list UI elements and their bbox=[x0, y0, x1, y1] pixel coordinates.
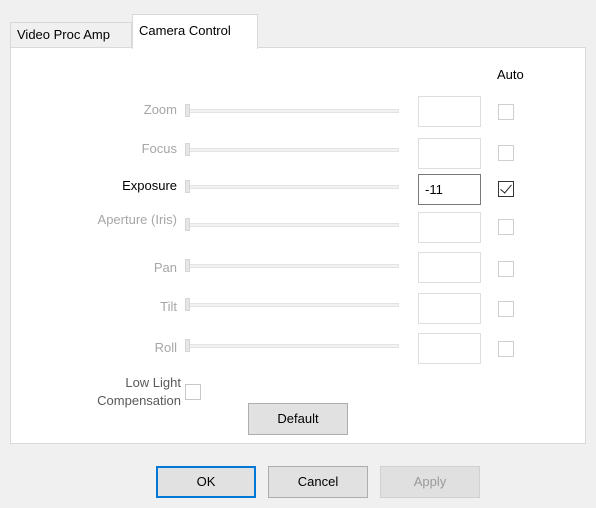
zoom-slider-track bbox=[189, 109, 399, 113]
roll-value-field[interactable] bbox=[418, 333, 481, 364]
camera-control-panel: Auto Zoom Focus Exposure -11 Aperture (I… bbox=[10, 47, 586, 444]
tilt-value-field[interactable] bbox=[418, 293, 481, 324]
pan-auto-checkbox[interactable] bbox=[498, 261, 514, 277]
aperture-slider-thumb[interactable] bbox=[185, 218, 190, 231]
focus-label: Focus bbox=[141, 141, 177, 156]
aperture-value-field[interactable] bbox=[418, 212, 481, 243]
control-row-focus: Focus bbox=[11, 138, 585, 172]
pan-value-field[interactable] bbox=[418, 252, 481, 283]
aperture-slider-track bbox=[189, 223, 399, 227]
focus-value-field[interactable] bbox=[418, 138, 481, 169]
focus-slider-track bbox=[189, 148, 399, 152]
exposure-auto-checkbox[interactable] bbox=[498, 181, 514, 197]
tilt-slider[interactable] bbox=[183, 298, 399, 312]
pan-slider-track bbox=[189, 264, 399, 268]
low-light-compensation-label: Low Light Compensation bbox=[97, 375, 181, 408]
control-row-tilt: Tilt bbox=[11, 293, 585, 327]
focus-slider-thumb[interactable] bbox=[185, 143, 190, 156]
default-button[interactable]: Default bbox=[248, 403, 348, 435]
pan-label: Pan bbox=[153, 260, 177, 275]
exposure-slider-track bbox=[189, 185, 399, 189]
control-row-zoom: Zoom bbox=[11, 96, 585, 130]
roll-slider[interactable] bbox=[183, 339, 399, 353]
ok-button[interactable]: OK bbox=[156, 466, 256, 498]
focus-auto-checkbox[interactable] bbox=[498, 145, 514, 161]
roll-auto-checkbox[interactable] bbox=[498, 341, 514, 357]
tilt-label: Tilt bbox=[160, 299, 177, 314]
tab-video-proc-amp[interactable]: Video Proc Amp bbox=[10, 22, 132, 48]
roll-slider-track bbox=[189, 344, 399, 348]
control-row-roll: Roll bbox=[11, 333, 585, 367]
exposure-label: Exposure bbox=[122, 178, 177, 193]
zoom-label: Zoom bbox=[143, 102, 177, 117]
zoom-auto-checkbox[interactable] bbox=[498, 104, 514, 120]
tab-camera-control[interactable]: Camera Control bbox=[132, 14, 258, 49]
tilt-auto-checkbox[interactable] bbox=[498, 301, 514, 317]
control-row-pan: Pan bbox=[11, 252, 585, 286]
exposure-slider-thumb[interactable] bbox=[185, 180, 190, 193]
aperture-auto-checkbox[interactable] bbox=[498, 219, 514, 235]
cancel-button[interactable]: Cancel bbox=[268, 466, 368, 498]
exposure-slider[interactable] bbox=[183, 180, 399, 194]
checkmark-icon bbox=[500, 181, 512, 194]
control-row-aperture: Aperture (Iris) bbox=[11, 212, 585, 246]
aperture-slider[interactable] bbox=[183, 218, 399, 232]
tilt-slider-track bbox=[189, 303, 399, 307]
roll-label: Roll bbox=[154, 340, 177, 355]
roll-slider-thumb[interactable] bbox=[185, 339, 190, 352]
low-light-compensation-checkbox[interactable] bbox=[185, 384, 201, 400]
tilt-slider-thumb[interactable] bbox=[185, 298, 190, 311]
zoom-slider-thumb[interactable] bbox=[185, 104, 190, 117]
aperture-label: Aperture (Iris) bbox=[97, 212, 177, 227]
apply-button[interactable]: Apply bbox=[380, 466, 480, 498]
zoom-value-field[interactable] bbox=[418, 96, 481, 127]
auto-column-header: Auto bbox=[497, 67, 524, 82]
zoom-slider[interactable] bbox=[183, 104, 399, 118]
exposure-value-field[interactable]: -11 bbox=[418, 174, 481, 205]
pan-slider[interactable] bbox=[183, 259, 399, 273]
pan-slider-thumb[interactable] bbox=[185, 259, 190, 272]
control-row-exposure: Exposure -11 bbox=[11, 174, 585, 208]
focus-slider[interactable] bbox=[183, 143, 399, 157]
